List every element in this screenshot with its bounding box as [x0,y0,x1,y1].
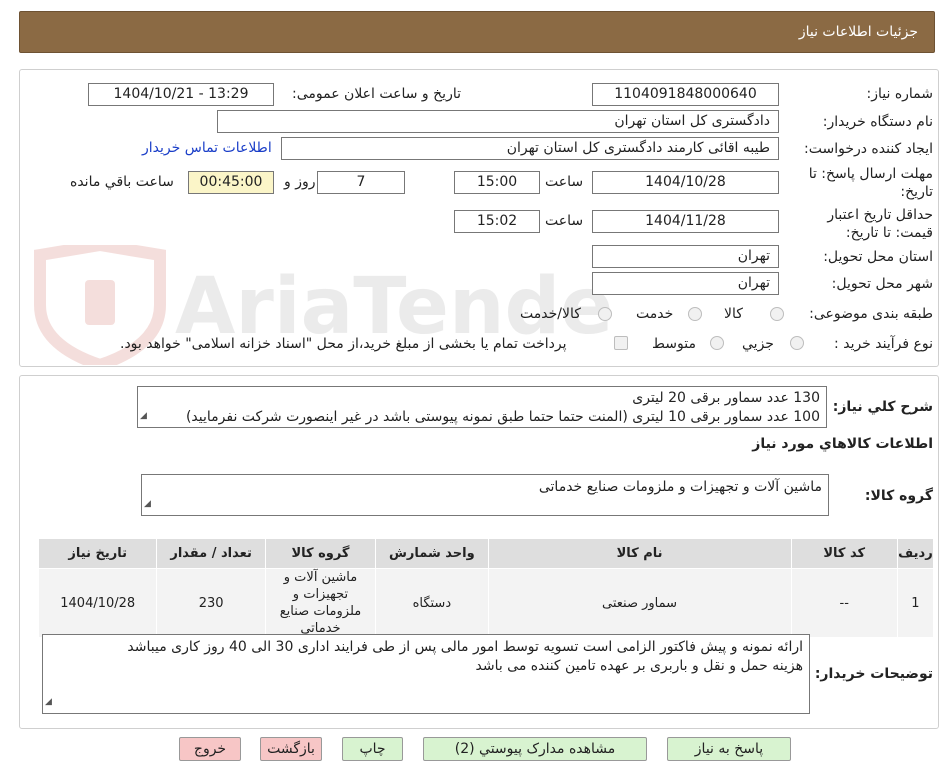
category-radio-goods[interactable] [770,307,784,321]
validity-label: حداقل تاریخ اعتبار قیمت: تا تاریخ: [827,207,933,241]
buyer-contact-link[interactable]: اطلاعات تماس خریدار [142,140,272,156]
cell-unit: دستگاه [375,568,489,638]
announce-date-label: تاریخ و ساعت اعلان عمومی: [292,86,461,102]
process-label: نوع فرآیند خرید : [834,336,933,352]
process-radio-medium[interactable] [710,336,724,350]
buyer-notes-line-2: هزینه حمل و نقل و باربری بر عهده تامین ک… [475,658,803,674]
days-label: روز و [284,174,316,190]
goods-group-textarea[interactable]: ماشین آلات و تجهیزات و ملزومات صنایع خدم… [141,474,829,516]
cell-name: سماور صنعتی [487,568,792,638]
description-line-2: 100 عدد سماور برقی 10 لیتری (المنت حتما … [185,409,820,425]
category-label: طبقه بندی موضوعی: [809,306,933,322]
remaining-time-label: ساعت باقي مانده [70,174,174,190]
treasury-payment-checkbox[interactable] [614,336,628,350]
process-radio-minor[interactable] [790,336,804,350]
description-textarea[interactable]: 130 عدد سماور برقی 20 لیتری 100 عدد سماو… [137,386,827,428]
buyer-org-field: دادگستری کل استان تهران [217,110,779,133]
page-header: جزئیات اطلاعات نیاز [19,11,935,53]
print-button[interactable]: چاپ [342,737,403,761]
table-header-row: ردیف کد کالا نام کالا واحد شمارش گروه کا… [37,538,935,569]
description-label: شرح کلي نياز: [832,399,933,415]
need-number-label: شماره نیاز: [866,86,934,102]
goods-group-label: گروه کالا: [864,488,933,504]
page-title: جزئیات اطلاعات نیاز [798,24,918,40]
remaining-time-field: 00:45:00 [188,171,274,194]
table-row: 1 -- سماور صنعتی دستگاه ماشین آلات و تجه… [37,568,935,638]
cell-date: 1404/10/28 [37,568,158,638]
col-name: نام کالا [487,538,792,569]
days-field: 7 [317,171,405,194]
treasury-payment-note: پرداخت تمام یا بخشی از مبلغ خرید،از محل … [120,336,567,352]
resize-handle-icon[interactable]: ◢ [144,495,151,514]
exit-button[interactable]: خروج [179,737,241,761]
description-line-1: 130 عدد سماور برقی 20 لیتری [632,390,820,406]
creator-label: ایجاد کننده درخواست: [804,141,933,157]
need-number-field: 1104091848000640 [592,83,779,106]
category-option-goods-service: کالا/خدمت [520,306,581,322]
cell-code: -- [790,568,898,638]
buyer-notes-textarea[interactable]: ارائه نمونه و پیش فاکتور الزامی است تسوی… [42,634,810,714]
view-attachments-button[interactable]: مشاهده مدارک پیوستي (2) [423,737,647,761]
buyer-org-label: نام دستگاه خریدار: [822,114,933,130]
cell-group: ماشین آلات و تجهیزات و ملزومات صنایع خدم… [264,568,377,638]
deadline-label: مهلت ارسال پاسخ: تا تاریخ: [808,166,933,200]
category-radio-service[interactable] [688,307,702,321]
col-quantity: تعداد / مقدار [156,538,266,569]
col-code: کد کالا [790,538,898,569]
category-radio-goods-service[interactable] [598,307,612,321]
col-date: تاریخ نیاز [37,538,158,569]
validity-time-label: ساعت [545,213,584,229]
goods-table: ردیف کد کالا نام کالا واحد شمارش گروه کا… [37,538,935,638]
back-button[interactable]: بازگشت [260,737,322,761]
cell-row: 1 [896,568,935,638]
col-unit: واحد شمارش [375,538,489,569]
province-field: تهران [592,245,779,268]
resize-handle-icon[interactable]: ◢ [45,693,52,712]
province-label: استان محل تحویل: [823,249,933,265]
deadline-time-label: ساعت [545,174,584,190]
goods-group-value: ماشین آلات و تجهیزات و ملزومات صنایع خدم… [538,479,822,495]
validity-date-field: 1404/11/28 [592,210,779,233]
process-option-medium: متوسط [652,336,696,352]
buyer-notes-line-1: ارائه نمونه و پیش فاکتور الزامی است تسوی… [127,639,803,655]
col-row: ردیف [896,538,935,569]
goods-info-title: اطلاعات کالاهاي مورد نياز [752,436,933,452]
resize-handle-icon[interactable]: ◢ [140,407,147,426]
deadline-time-field: 15:00 [454,171,540,194]
cell-quantity: 230 [156,568,266,638]
city-label: شهر محل تحویل: [831,276,933,292]
category-option-service: خدمت [636,306,674,322]
city-field: تهران [592,272,779,295]
process-option-minor: جزیي [742,336,774,352]
announce-date-field: 1404/10/21 - 13:29 [88,83,274,106]
category-option-goods: کالا [724,306,743,322]
deadline-date-field: 1404/10/28 [592,171,779,194]
validity-time-field: 15:02 [454,210,540,233]
creator-field: طیبه اقائی کارمند دادگستری کل استان تهرا… [281,137,779,160]
reply-button[interactable]: پاسخ به نیاز [667,737,791,761]
col-group: گروه کالا [264,538,377,569]
buyer-notes-label: توضیحات خریدار: [814,666,933,682]
